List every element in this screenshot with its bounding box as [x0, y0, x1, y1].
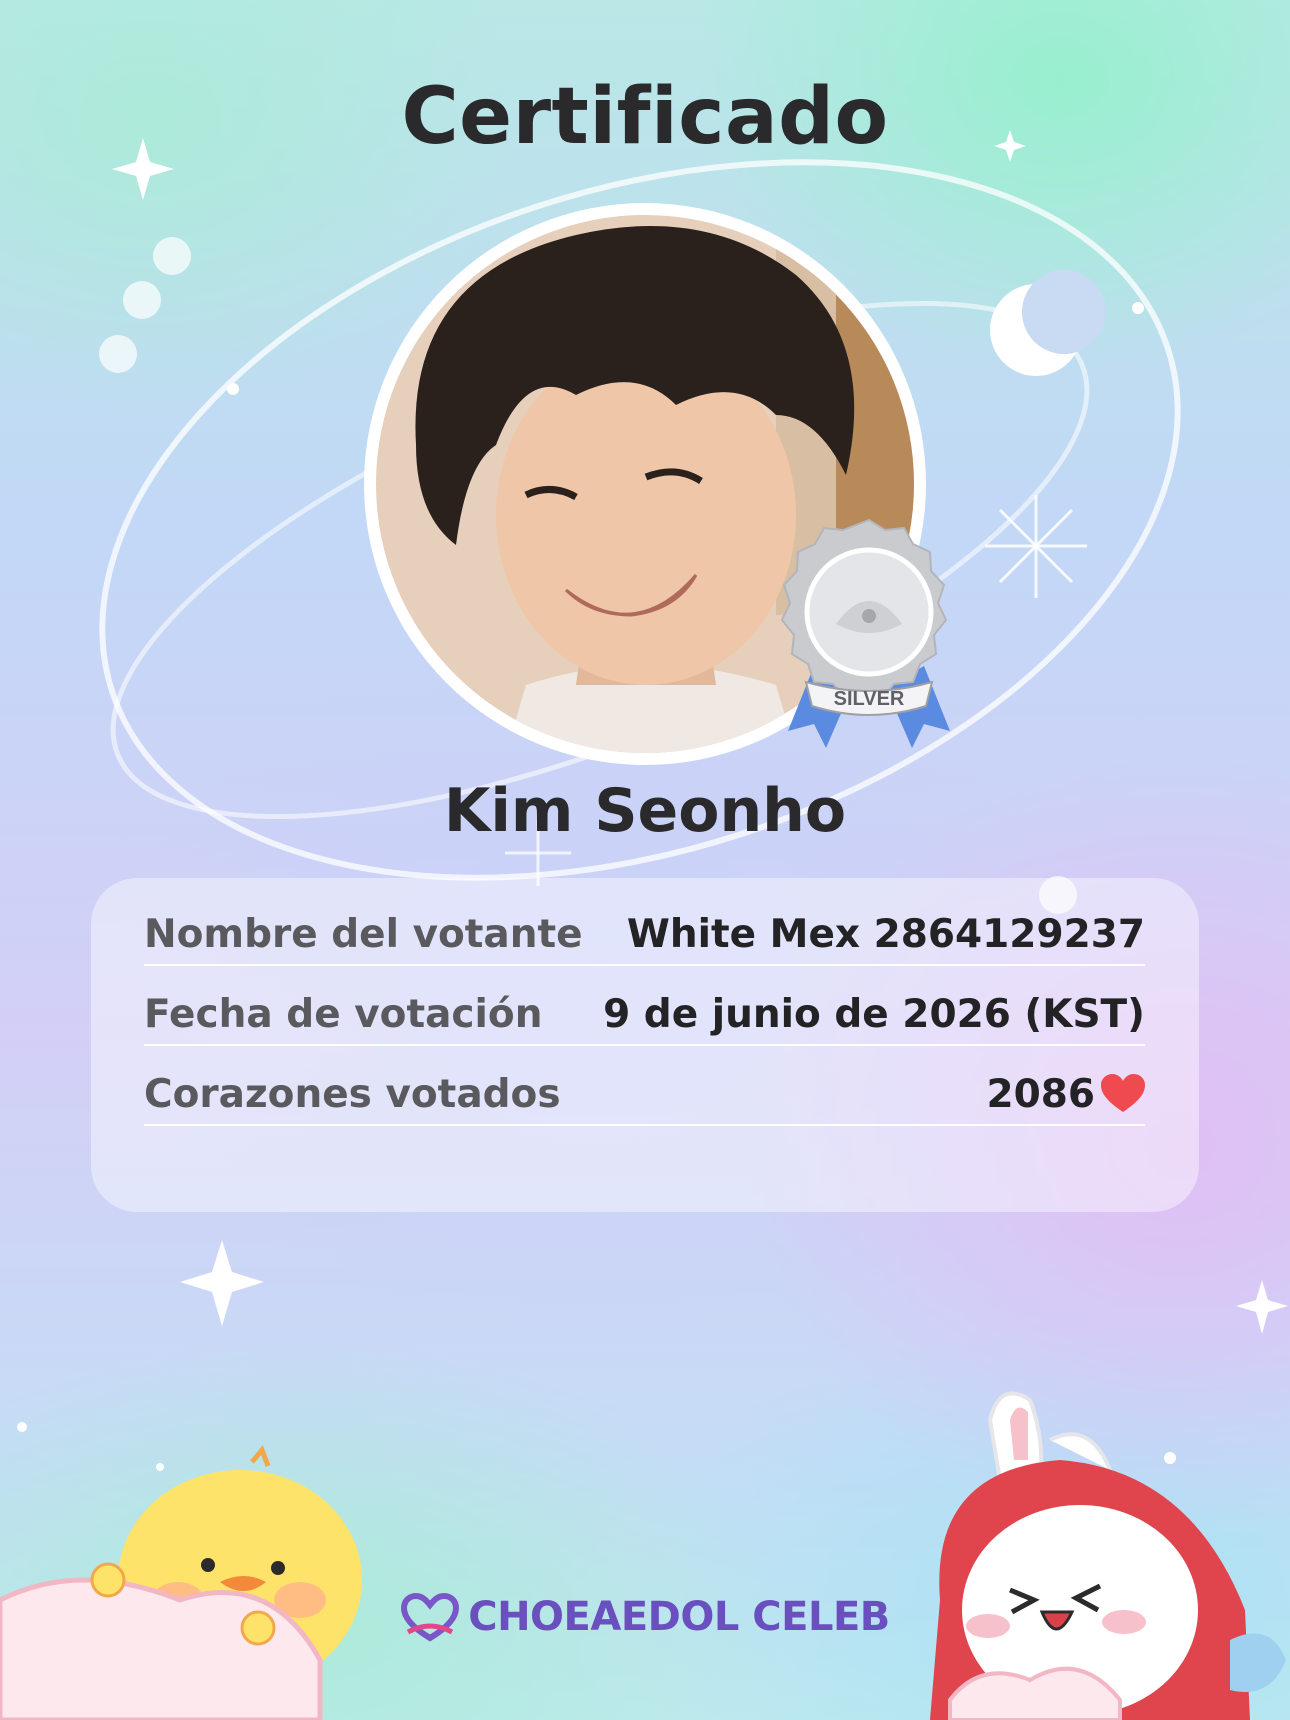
- voter-label: Nombre del votante: [144, 911, 583, 957]
- badge-label: SILVER: [834, 688, 905, 710]
- hearts-row: Corazones votados 2086: [144, 1064, 1145, 1126]
- date-value: 9 de junio de 2026 (KST): [603, 991, 1145, 1037]
- small-dot: [1164, 1452, 1176, 1464]
- info-panel: Nombre del votante White Mex 2864129237 …: [91, 878, 1199, 1212]
- celebrity-name: Kim Seonho: [443, 776, 847, 846]
- sparkle-icon: [180, 1240, 264, 1326]
- small-dot: [156, 1463, 164, 1471]
- sparkle-icon: [1236, 1280, 1288, 1334]
- chick-mascot-icon: [0, 1445, 362, 1720]
- hearts-label: Corazones votados: [144, 1071, 561, 1117]
- small-dot: [17, 1422, 27, 1432]
- page-title: Certificado: [401, 72, 889, 162]
- hearts-value: 2086: [986, 1071, 1095, 1117]
- voter-row: Nombre del votante White Mex 2864129237: [144, 904, 1145, 966]
- bubble-dot: [123, 281, 161, 319]
- moon-icon: [990, 270, 1106, 376]
- date-row: Fecha de votación 9 de junio de 2026 (KS…: [144, 984, 1145, 1046]
- bubble-dot: [153, 237, 191, 275]
- brand-footer: CHOEAEDOL CELEB: [0, 1592, 1290, 1642]
- choeaedol-heart-logo-icon: [401, 1592, 460, 1642]
- voter-value: White Mex 2864129237: [626, 911, 1145, 957]
- rabbit-mascot-icon: [930, 1391, 1286, 1720]
- bubble-dot: [99, 335, 137, 373]
- silver-medal-icon: SILVER: [780, 518, 950, 748]
- date-label: Fecha de votación: [144, 991, 543, 1037]
- heart-icon: [1101, 1074, 1145, 1112]
- small-dot: [1132, 302, 1144, 314]
- small-dot: [227, 383, 239, 395]
- hearts-value-group: 2086: [986, 1072, 1145, 1117]
- brand-name: CHOEAEDOL CELEB: [468, 1594, 890, 1640]
